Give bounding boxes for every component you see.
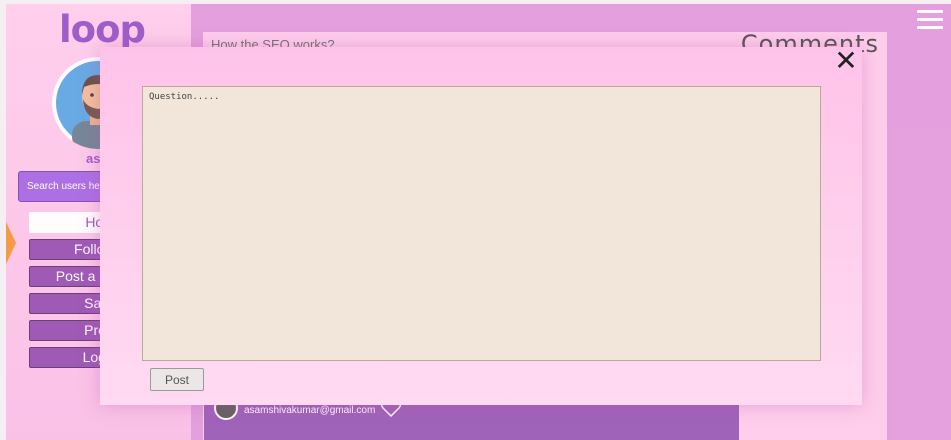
close-icon[interactable]: ✕: [833, 47, 859, 75]
question-input[interactable]: [142, 86, 821, 361]
post-button[interactable]: Post: [150, 368, 204, 391]
